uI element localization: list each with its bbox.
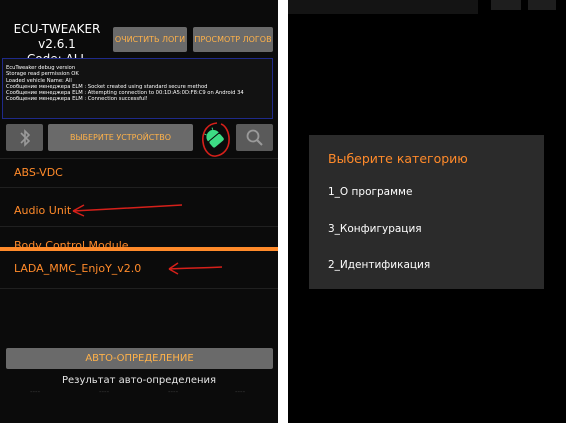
dialog-option[interactable]: 1_О программе [328, 186, 412, 198]
selection-bar [0, 247, 278, 251]
search-icon [246, 129, 263, 146]
dimmed-background-button [491, 0, 521, 10]
app-version: ECU-TWEAKER v2.6.1 [13, 22, 101, 51]
bluetooth-button[interactable] [6, 124, 43, 151]
annotation-arrow [168, 262, 223, 275]
list-item[interactable]: ABS-VDC [14, 165, 63, 181]
log-panel: EcuTweaker debug version Storage read pe… [2, 58, 273, 119]
list-divider [0, 187, 278, 188]
list-item[interactable]: Body Control Module [14, 238, 129, 247]
dialog-option[interactable]: 3_Конфигурация [328, 223, 422, 235]
right-phone-screen: Выберите категорию 1_О программе 3_Конфи… [288, 0, 566, 423]
search-button[interactable] [236, 124, 273, 151]
result-placeholder: ---- [30, 388, 41, 396]
list-item[interactable]: LADA_MMC_EnjoY_v2.0 [14, 261, 141, 277]
annotation-arrow [72, 204, 183, 217]
bluetooth-icon [19, 128, 30, 147]
result-placeholder: ---- [99, 388, 110, 396]
result-placeholder: ---- [168, 388, 179, 396]
left-phone-screen: ECU-TWEAKER v2.6.1 Code: ALL ОЧИСТИТЬ ЛО… [0, 0, 278, 423]
log-line: Сообщение менеджера ELM : Connection suc… [6, 96, 148, 103]
list-divider [0, 158, 278, 159]
dimmed-background-panel [288, 0, 478, 14]
category-dialog: Выберите категорию 1_О программе 3_Конфи… [309, 135, 544, 289]
view-logs-button[interactable]: ПРОСМОТР ЛОГОВ [193, 27, 273, 52]
clear-logs-button[interactable]: ОЧИСТИТЬ ЛОГИ [113, 27, 187, 52]
dimmed-background-button [528, 0, 556, 10]
auto-detect-button[interactable]: АВТО-ОПРЕДЕЛЕНИЕ [6, 348, 273, 369]
select-device-button[interactable]: ВЫБЕРИТЕ УСТРОЙСТВО [48, 124, 193, 151]
android-icon [202, 122, 230, 157]
list-divider [0, 288, 278, 289]
auto-detect-result-label: Результат авто-определения [61, 375, 217, 386]
dialog-title: Выберите категорию [328, 151, 468, 166]
dialog-option[interactable]: 2_Идентификация [328, 259, 430, 271]
list-item[interactable]: Audio Unit [14, 203, 71, 219]
result-placeholder: ---- [235, 388, 246, 396]
list-divider [0, 226, 278, 227]
